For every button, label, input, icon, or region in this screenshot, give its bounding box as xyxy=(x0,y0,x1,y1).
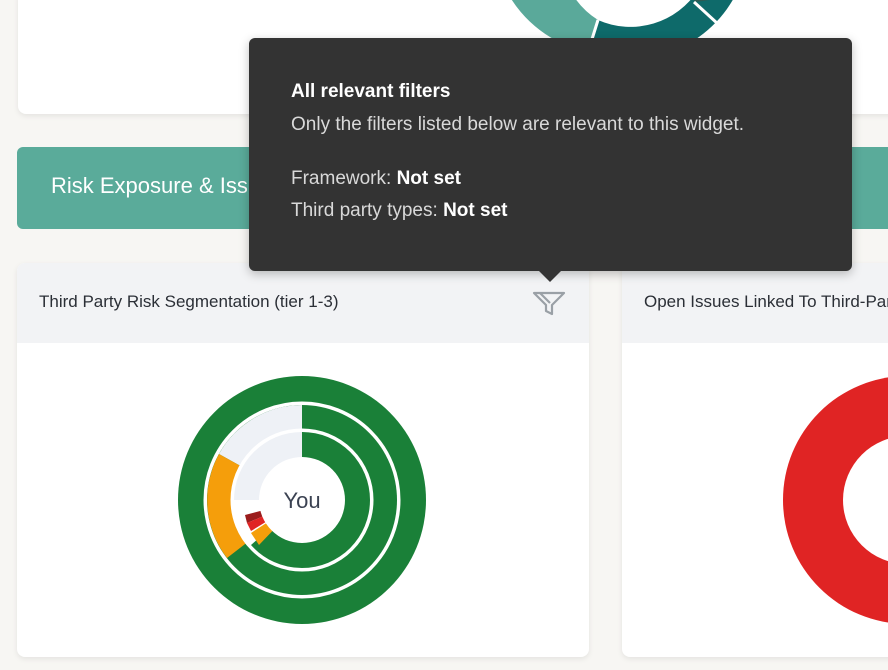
filter-label: Third party types: xyxy=(291,200,444,221)
filter-label: Framework: xyxy=(291,168,397,189)
risk-segmentation-donut: You xyxy=(178,376,426,624)
open-issues-widget: Open Issues Linked To Third-Party xyxy=(622,263,888,657)
filter-row-framework: Framework: Not set xyxy=(291,168,461,190)
tooltip-arrow xyxy=(539,271,561,282)
tooltip-description: Only the filters listed below are releva… xyxy=(291,114,745,135)
donut-center-label: You xyxy=(283,488,320,513)
widget-header: Third Party Risk Segmentation (tier 1-3) xyxy=(17,263,589,343)
filter-icon[interactable] xyxy=(531,289,567,317)
filter-value: Not set xyxy=(396,168,461,189)
filters-tooltip: All relevant filters Only the filters li… xyxy=(249,38,852,282)
filter-row-third-party-types: Third party types: Not set xyxy=(291,200,507,222)
tooltip-title: All relevant filters xyxy=(291,81,451,102)
widget-header: Open Issues Linked To Third-Party xyxy=(622,263,888,343)
open-issues-donut xyxy=(783,377,888,623)
filter-value: Not set xyxy=(443,200,508,221)
widget-title: Open Issues Linked To Third-Party xyxy=(644,292,888,311)
widget-title: Third Party Risk Segmentation (tier 1-3) xyxy=(39,292,339,311)
risk-segmentation-widget: Third Party Risk Segmentation (tier 1-3) xyxy=(17,263,589,657)
